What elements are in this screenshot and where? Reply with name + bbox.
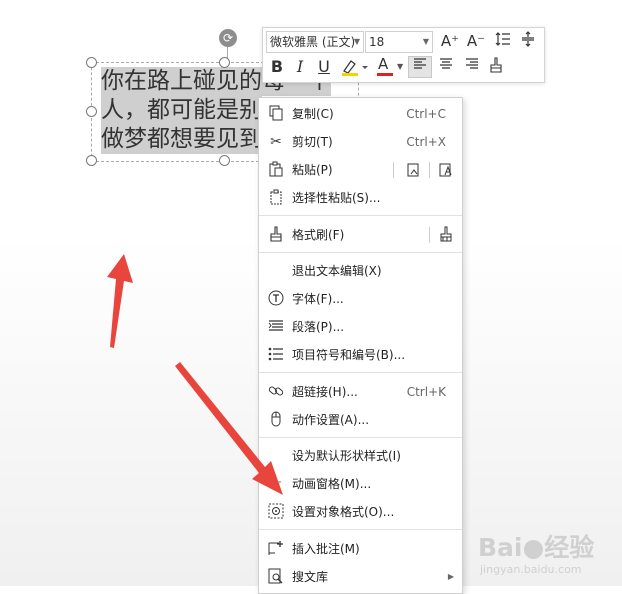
baidu-jingyan-watermark-logo: Bai●经验 xyxy=(478,533,595,562)
annotation-arrow-down xyxy=(175,362,283,495)
annotation-arrows xyxy=(107,254,283,495)
watermark-url: jingyan.baidu.com xyxy=(480,563,582,576)
annotation-arrow-up xyxy=(107,254,133,348)
